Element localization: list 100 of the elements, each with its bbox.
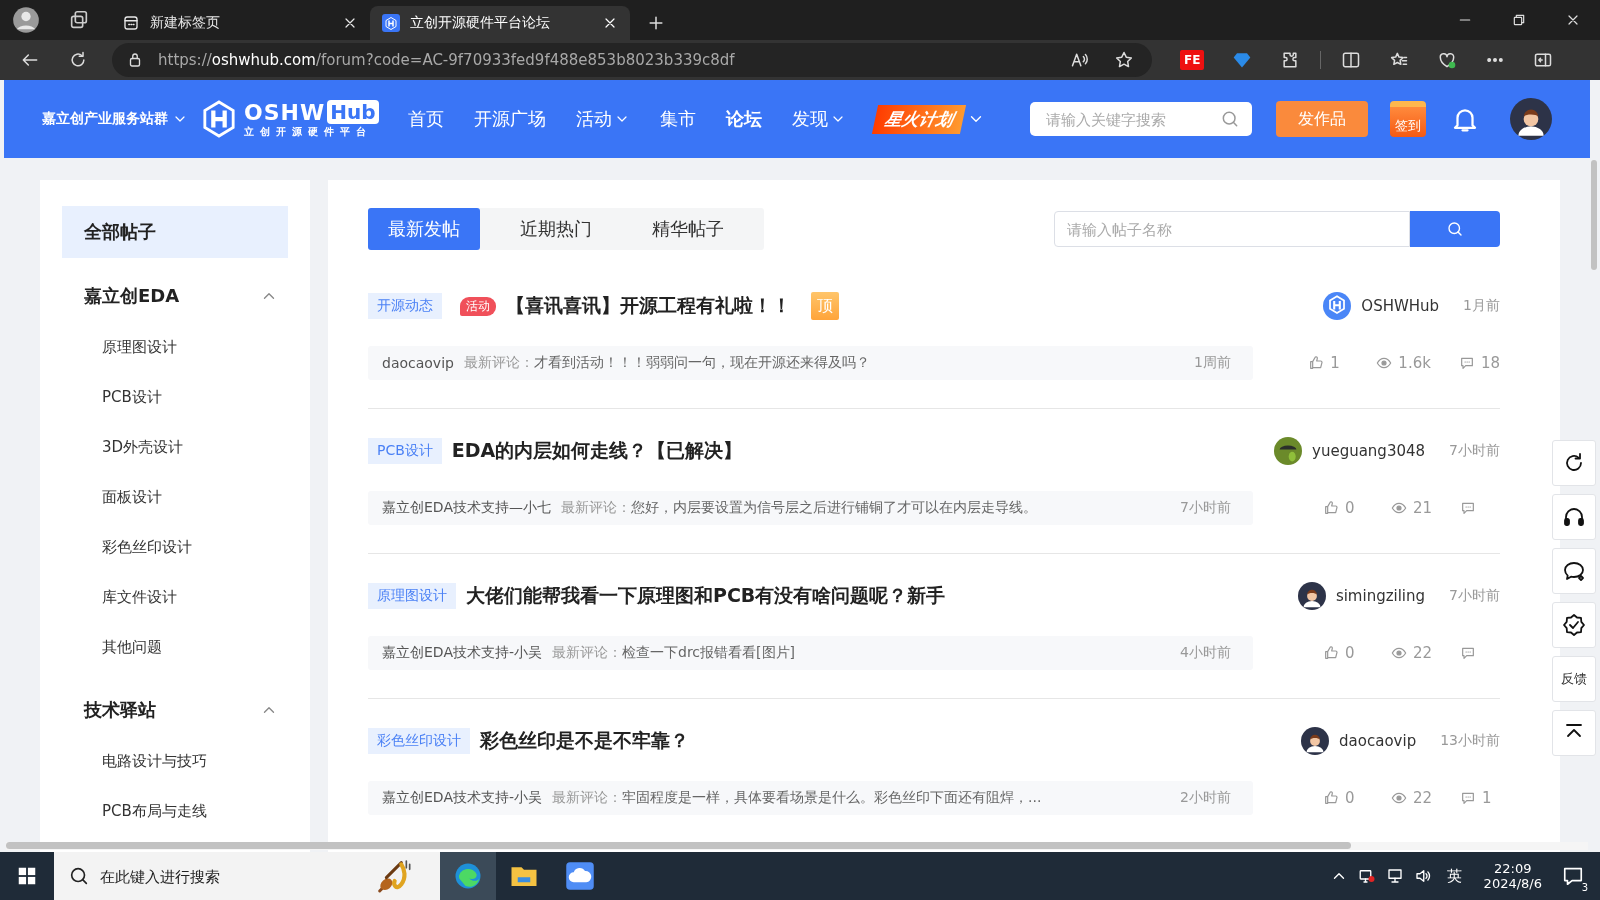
sidebar-item[interactable]: 面板设计 <box>62 472 288 522</box>
profile-icon[interactable] <box>12 6 40 34</box>
view-count: 21 <box>1412 499 1432 517</box>
search-field[interactable]: 请输入帖子名称 <box>1054 211 1410 247</box>
tab-title: 立创开源硬件平台论坛 <box>410 14 551 32</box>
address-field[interactable]: https://oshwhub.com/forum?code=AC-9f70933fed9f488e853b8023b339c8df <box>112 43 1152 77</box>
windows-start-icon[interactable] <box>16 865 38 887</box>
pinned-badge: 顶 <box>811 292 839 320</box>
sidebar-group-title[interactable]: 技术驿站 <box>84 698 156 722</box>
avatar-icon[interactable] <box>1301 727 1330 755</box>
sidebar-item[interactable]: 其他问题 <box>62 622 288 672</box>
network-icon[interactable] <box>1385 867 1404 885</box>
clock-date[interactable]: 2024/8/6 <box>1483 876 1542 891</box>
scrollbar-thumb[interactable] <box>6 842 1351 849</box>
author-name[interactable]: simingziling <box>1335 587 1426 605</box>
post-title[interactable]: 大佬们能帮我看一下原理图和PCB有没有啥问题呢？新手 <box>466 583 946 609</box>
like-icon <box>1322 645 1339 661</box>
workspaces-icon[interactable] <box>68 9 90 31</box>
sidebar-icon[interactable] <box>1533 50 1554 70</box>
comment-text: 最新评论：才看到活动！！！弱弱问一句，现在开源还来得及吗？ <box>463 354 870 372</box>
post-time: 1月前 <box>1463 297 1500 315</box>
avatar-icon[interactable] <box>1297 582 1326 610</box>
url-text: https://oshwhub.com/forum?code=AC-9f70933fed9f488e853b8023b339c8df <box>158 51 735 69</box>
author-name[interactable]: yueguang3048 <box>1312 442 1426 460</box>
view-count: 22 <box>1412 789 1432 807</box>
comment-time: 7小时前 <box>1180 499 1231 517</box>
read-aloud-icon[interactable] <box>1070 50 1090 70</box>
browser-tab[interactable]: 新建标签页 <box>110 6 370 40</box>
like-icon <box>1308 355 1325 371</box>
like-count: 0 <box>1344 499 1355 517</box>
sidebar-item[interactable]: 库文件设计 <box>62 572 288 622</box>
sidebar-item[interactable]: 3D外壳设计 <box>62 422 288 472</box>
like-icon <box>1322 790 1339 806</box>
post-title[interactable]: EDA的内层如何走线？【已解决】 <box>451 438 743 464</box>
comment-count: 18 <box>1480 354 1500 372</box>
sidebar-group-title[interactable]: 嘉立创EDA <box>84 284 180 308</box>
nav-link[interactable]: 发现 <box>791 80 846 158</box>
restore-icon[interactable] <box>1511 12 1527 28</box>
comment-icon <box>1460 500 1476 516</box>
nav-link[interactable]: 集市 <box>659 80 696 158</box>
search-field[interactable]: 请输入关键字搜索 <box>1030 102 1252 136</box>
chat-icon <box>1562 559 1586 583</box>
post-title[interactable]: 【喜讯喜讯】开源工程有礼啦！！ <box>506 293 791 319</box>
side-tool-button[interactable] <box>1552 602 1596 648</box>
author-name[interactable]: daocaovip <box>1339 732 1417 750</box>
star-icon[interactable] <box>1114 50 1134 70</box>
comment-text: 最新评论：牢固程度是一样，具体要看场景是什么。彩色丝印下面还有阻焊，... <box>552 789 1042 807</box>
nav-link[interactable]: 开源广场 <box>473 80 546 158</box>
browser-app-icon[interactable] <box>453 861 483 891</box>
event-badge: 活动 <box>460 296 496 316</box>
nav-link[interactable]: 活动 <box>575 80 630 158</box>
feedback-button[interactable]: 反馈 <box>1552 656 1596 702</box>
comment-text: 最新评论：检查一下drc报错看看[图片] <box>552 644 795 662</box>
search-icon[interactable] <box>1220 109 1240 129</box>
logo-wordmark: OSHW <box>244 99 326 125</box>
side-tool-button[interactable] <box>1552 440 1596 486</box>
view-icon <box>1390 500 1407 516</box>
comment-count: 1 <box>1482 789 1492 807</box>
view-icon <box>1376 355 1393 371</box>
nav-link[interactable]: 首页 <box>407 80 444 158</box>
author-name[interactable]: OSHWHub <box>1361 297 1440 315</box>
view-count: 1.6k <box>1398 354 1431 372</box>
notification-count: 3 <box>1579 882 1590 893</box>
monitor-alert-icon[interactable] <box>1357 867 1376 885</box>
comment-time: 2小时前 <box>1180 789 1231 807</box>
cloud-app-icon[interactable] <box>565 861 595 891</box>
sidebar-item[interactable]: PCB布局与走线 <box>62 786 288 836</box>
user-avatar-icon[interactable] <box>1510 98 1552 140</box>
input-method-indicator[interactable]: 英 <box>1446 866 1462 886</box>
view-icon <box>1390 645 1407 661</box>
side-tool-button[interactable] <box>1552 494 1596 540</box>
tab[interactable]: 近期热门 <box>500 208 612 250</box>
commenter-name[interactable]: daocaovip <box>382 355 454 371</box>
sidebar-item[interactable]: 原理图设计 <box>62 322 288 372</box>
sidebar-item[interactable]: 电路设计与技巧 <box>62 736 288 786</box>
scrollbar-thumb[interactable] <box>1591 160 1597 270</box>
side-tool-button[interactable] <box>1552 710 1596 756</box>
commenter-name[interactable]: 嘉立创EDA技术支持-小吴 <box>382 644 542 662</box>
split-screen-icon[interactable] <box>1341 50 1362 70</box>
gem-icon[interactable] <box>1232 50 1253 70</box>
taskbar-search-field[interactable]: 在此键入进行搜索 <box>54 852 440 900</box>
sidebar-item[interactable]: 彩色丝印设计 <box>62 522 288 572</box>
sidebar-item[interactable]: 全部帖子 <box>62 206 288 258</box>
avatar-icon[interactable] <box>1274 437 1303 465</box>
comment-icon <box>1458 355 1475 371</box>
side-tool-button[interactable] <box>1552 548 1596 594</box>
volume-icon[interactable] <box>1413 867 1432 885</box>
group-switch-label[interactable]: 嘉立创产业服务站群 <box>42 110 168 128</box>
heart-icon[interactable] <box>1437 50 1458 70</box>
sidebar-item[interactable]: PCB设计 <box>62 372 288 422</box>
clock-time[interactable]: 22:09 <box>1494 861 1532 876</box>
post-title[interactable]: 彩色丝印是不是不牢靠？ <box>480 728 689 754</box>
extension-icon[interactable]: FE <box>1180 50 1205 70</box>
commenter-name[interactable]: 嘉立创EDA技术支持-小吴 <box>382 789 542 807</box>
nav-link[interactable]: 论坛 <box>725 80 762 158</box>
browser-tab[interactable]: 立创开源硬件平台论坛 <box>370 6 630 40</box>
tab[interactable]: 最新发帖 <box>368 208 480 250</box>
tab[interactable]: 精华帖子 <box>632 208 744 250</box>
notification-icon[interactable] <box>1562 865 1584 887</box>
commenter-name[interactable]: 嘉立创EDA技术支持—小七 <box>382 499 551 517</box>
